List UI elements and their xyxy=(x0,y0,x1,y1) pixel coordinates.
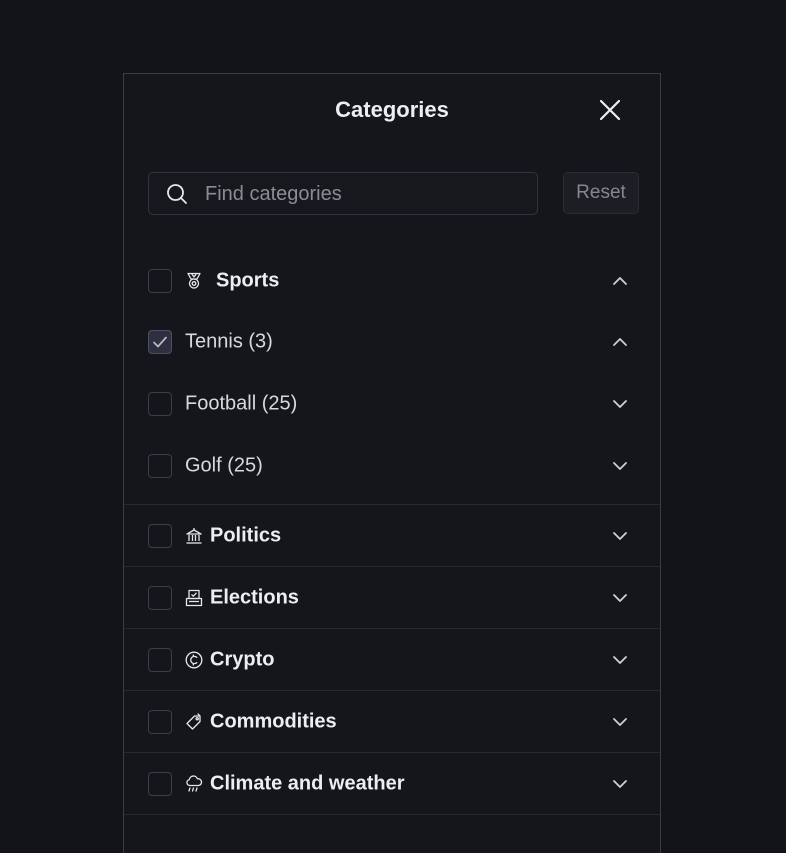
checkbox[interactable] xyxy=(148,648,172,672)
checkbox[interactable] xyxy=(148,269,172,293)
checkbox[interactable] xyxy=(148,524,172,548)
category-row-climate-and-weather[interactable]: Climate and weather xyxy=(124,752,660,815)
ballot-box-icon xyxy=(185,589,203,607)
chevron-down-icon[interactable] xyxy=(612,397,628,411)
checkbox[interactable] xyxy=(148,710,172,734)
categories-dialog: Categories Reset xyxy=(123,73,661,853)
chevron-down-icon[interactable] xyxy=(612,715,628,729)
checkbox-checked[interactable] xyxy=(148,330,172,354)
capitol-icon xyxy=(185,527,203,545)
checkbox[interactable] xyxy=(148,586,172,610)
chevron-down-icon[interactable] xyxy=(612,591,628,605)
medal-icon xyxy=(185,272,203,290)
search-icon xyxy=(166,183,188,205)
checkbox[interactable] xyxy=(148,454,172,478)
chevron-down-icon[interactable] xyxy=(612,653,628,667)
checkbox[interactable] xyxy=(148,772,172,796)
chevron-up-icon[interactable] xyxy=(612,335,628,349)
subcategory-label: Golf (25) xyxy=(185,454,263,477)
category-label: Sports xyxy=(216,269,280,292)
chevron-down-icon[interactable] xyxy=(612,459,628,473)
category-label: Elections xyxy=(210,586,299,609)
category-label: Politics xyxy=(210,524,282,547)
category-row-commodities[interactable]: Commodities xyxy=(124,690,660,753)
category-label: Crypto xyxy=(210,648,275,671)
chevron-up-icon[interactable] xyxy=(612,274,628,288)
search-box xyxy=(148,172,538,216)
subcategory-row-football[interactable]: Football (25) xyxy=(124,373,660,435)
chevron-down-icon[interactable] xyxy=(612,777,628,791)
search-input[interactable] xyxy=(203,173,527,216)
category-row-elections[interactable]: Elections xyxy=(124,566,660,629)
dialog-title: Categories xyxy=(335,97,449,122)
subcategory-label: Football (25) xyxy=(185,392,298,415)
reset-button[interactable]: Reset xyxy=(563,172,639,214)
category-label: Commodities xyxy=(210,710,337,733)
cloud-rain-icon xyxy=(185,775,203,793)
category-label: Climate and weather xyxy=(210,772,405,795)
category-row-crypto[interactable]: Crypto xyxy=(124,628,660,691)
category-row-sports[interactable]: Sports xyxy=(124,250,660,312)
close-icon[interactable] xyxy=(598,98,622,122)
commodity-tag-icon xyxy=(185,713,203,731)
checkbox[interactable] xyxy=(148,392,172,416)
subcategory-row-tennis[interactable]: Tennis (3) xyxy=(124,311,660,373)
category-row-politics[interactable]: Politics xyxy=(124,504,660,567)
chevron-down-icon[interactable] xyxy=(612,529,628,543)
category-row-partial xyxy=(124,814,660,835)
search-row: Reset xyxy=(148,172,639,216)
subcategory-row-golf[interactable]: Golf (25) xyxy=(124,435,660,497)
crypto-coin-icon xyxy=(185,651,203,669)
dialog-header: Categories xyxy=(124,74,660,146)
subcategory-label: Tennis (3) xyxy=(185,330,273,353)
